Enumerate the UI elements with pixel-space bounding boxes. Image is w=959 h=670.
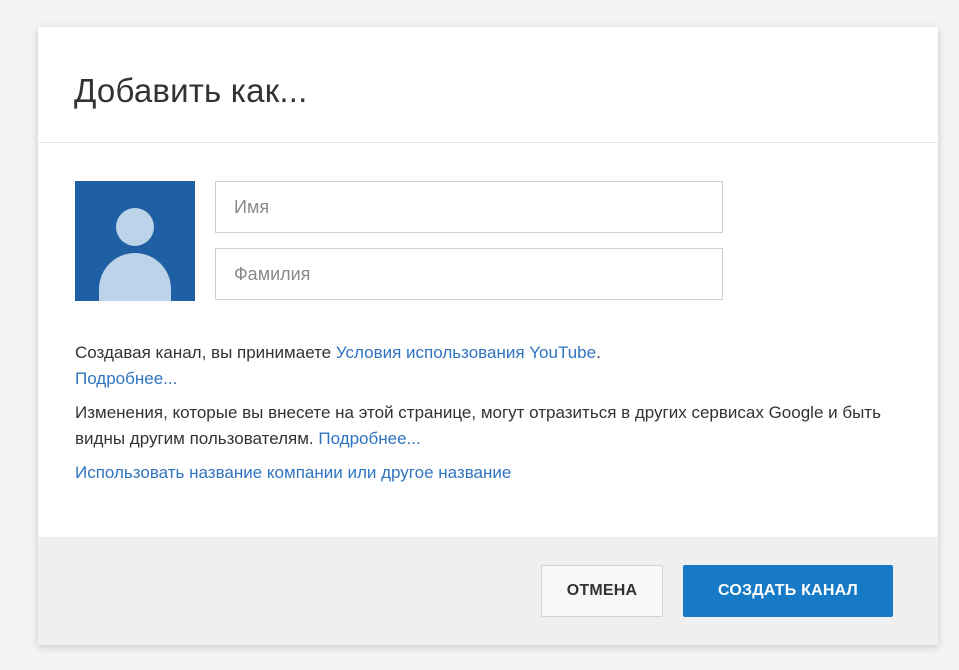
dialog-title: Добавить как... [74,72,308,109]
info-text-block: Создавая канал, вы принимаете Условия ис… [75,340,915,494]
terms-suffix-text: . [596,343,601,362]
dialog-header: Добавить как... [38,27,938,143]
changes-paragraph: Изменения, которые вы внесете на этой ст… [75,400,915,452]
use-business-name-link[interactable]: Использовать название компании или друго… [75,463,511,482]
create-channel-button[interactable]: Создать канал [683,565,893,617]
last-name-input[interactable] [215,248,723,300]
create-channel-dialog: Добавить как... Создавая канал, вы прини… [38,27,938,645]
terms-paragraph: Создавая канал, вы принимаете Условия ис… [75,340,915,392]
terms-more-link[interactable]: Подробнее... [75,369,177,388]
name-fields [215,181,723,315]
dialog-body: Создавая канал, вы принимаете Условия ис… [38,143,938,533]
cancel-button[interactable]: Отмена [541,565,663,617]
avatar-body-shape [99,253,171,301]
first-name-input[interactable] [215,181,723,233]
changes-text: Изменения, которые вы внесете на этой ст… [75,403,881,448]
changes-more-link[interactable]: Подробнее... [318,429,420,448]
default-user-avatar-icon [75,181,195,301]
avatar-head-shape [116,208,154,246]
terms-prefix-text: Создавая канал, вы принимаете [75,343,336,362]
business-name-paragraph: Использовать название компании или друго… [75,460,915,486]
dialog-footer: Отмена Создать канал [38,537,938,645]
youtube-terms-link[interactable]: Условия использования YouTube [336,343,596,362]
